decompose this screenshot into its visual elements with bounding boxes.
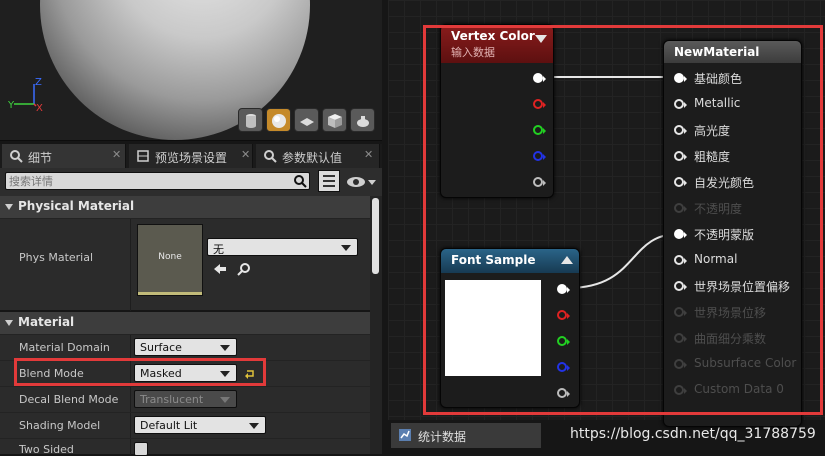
asset-type-stripe <box>138 292 202 295</box>
search-details-input[interactable] <box>6 173 279 189</box>
settings-icon <box>137 150 149 162</box>
browse-search-icon[interactable] <box>237 262 251 276</box>
axis-y-label: Y <box>7 100 15 111</box>
cube-icon <box>328 114 342 128</box>
teapot-icon <box>357 116 369 127</box>
details-scrollbar[interactable] <box>370 196 382 454</box>
shading-model-value: Default Lit <box>140 419 198 432</box>
section-material-title: Material <box>18 315 75 329</box>
phys-material-row: Phys Material None 无 <box>0 218 370 311</box>
shading-model-dropdown[interactable]: Default Lit <box>134 416 266 434</box>
decal-blend-mode-value: Translucent <box>140 393 204 406</box>
stats-icon <box>399 429 411 441</box>
decal-blend-mode-dropdown: Translucent <box>134 390 237 408</box>
list-icon <box>323 175 335 187</box>
two-sided-label: Two Sided <box>19 443 74 456</box>
tab-parameter-close-icon[interactable]: ✕ <box>364 148 373 161</box>
magnifier-icon <box>264 150 277 163</box>
tab-preview-scene-settings[interactable]: 预览场景设置 ✕ <box>129 144 253 168</box>
details-tab-bar: 细节 ✕ 预览场景设置 ✕ 参数默认值 ✕ <box>0 144 382 168</box>
phys-material-label: Phys Material <box>19 251 94 264</box>
decal-blend-mode-label: Decal Blend Mode <box>19 393 119 406</box>
details-scrollbar-thumb[interactable] <box>372 198 379 274</box>
sphere-icon <box>272 114 286 128</box>
material-domain-label: Material Domain <box>19 341 110 354</box>
tab-details-close-icon[interactable]: ✕ <box>112 148 121 161</box>
preview-plane-button[interactable] <box>294 108 319 132</box>
column-divider[interactable] <box>130 219 131 311</box>
axis-gizmo-icon: Z Y X <box>7 77 43 114</box>
preview-cube-button[interactable] <box>322 108 347 132</box>
shading-model-row: Shading Model Default Lit <box>0 412 370 439</box>
shading-model-label: Shading Model <box>19 419 101 432</box>
blend-mode-highlight-box <box>14 358 266 386</box>
thumbnail-none-label: None <box>158 252 182 262</box>
preview-sphere-button[interactable] <box>266 108 291 132</box>
search-icon[interactable] <box>293 174 307 188</box>
chevron-down-icon <box>341 245 351 251</box>
cylinder-icon <box>246 114 256 128</box>
material-graph-canvas[interactable]: Vertex Color 输入数据 Font Sample NewMateria… <box>388 0 825 427</box>
section-physical-material[interactable]: Physical Material <box>0 196 370 218</box>
chevron-down-icon <box>220 397 230 403</box>
axis-x-label: X <box>36 103 43 114</box>
two-sided-row: Two Sided <box>0 438 370 456</box>
tab-details[interactable]: 细节 ✕ <box>2 144 126 168</box>
chevron-down-icon <box>249 423 259 429</box>
decal-blend-mode-row: Decal Blend Mode Translucent <box>0 386 370 413</box>
phys-material-dropdown-value: 无 <box>213 243 224 256</box>
phys-material-thumbnail[interactable]: None <box>137 224 203 296</box>
watermark-text: https://blog.csdn.net/qq_31788759 <box>570 426 816 442</box>
tab-stats[interactable]: 统计数据 <box>391 423 541 448</box>
details-search-row <box>0 168 382 196</box>
tab-stats-label: 统计数据 <box>418 430 467 444</box>
tab-preview-close-icon[interactable]: ✕ <box>241 148 250 161</box>
column-divider[interactable] <box>130 387 131 413</box>
material-domain-row: Material Domain Surface <box>0 334 370 361</box>
chevron-down-icon <box>220 345 230 351</box>
tab-parameter-defaults[interactable]: 参数默认值 ✕ <box>256 144 380 168</box>
view-options-eye-icon[interactable] <box>346 174 378 190</box>
axis-z-label: Z <box>35 77 42 88</box>
collapse-arrow-icon <box>5 320 13 326</box>
section-physical-material-title: Physical Material <box>18 199 135 213</box>
tab-parameter-defaults-label: 参数默认值 <box>282 151 343 165</box>
tab-details-label: 细节 <box>28 151 53 165</box>
preview-cylinder-button[interactable] <box>238 108 263 132</box>
use-selected-arrow-icon[interactable] <box>213 262 227 276</box>
magnifier-icon <box>10 150 23 163</box>
graph-highlight-box <box>423 25 823 415</box>
column-divider[interactable] <box>130 439 131 455</box>
property-matrix-button[interactable] <box>318 170 340 192</box>
search-details-field[interactable] <box>5 172 310 190</box>
phys-material-asset-dropdown[interactable]: 无 <box>207 238 358 256</box>
material-domain-dropdown[interactable]: Surface <box>134 338 237 356</box>
section-material[interactable]: Material <box>0 312 370 334</box>
preview-custom-mesh-button[interactable] <box>350 108 375 132</box>
column-divider[interactable] <box>130 413 131 439</box>
collapse-arrow-icon <box>5 204 13 210</box>
tab-preview-scene-settings-label: 预览场景设置 <box>155 151 228 165</box>
material-domain-value: Surface <box>140 341 182 354</box>
material-preview-viewport[interactable]: Z Y X <box>0 0 382 141</box>
plane-icon <box>300 118 314 126</box>
